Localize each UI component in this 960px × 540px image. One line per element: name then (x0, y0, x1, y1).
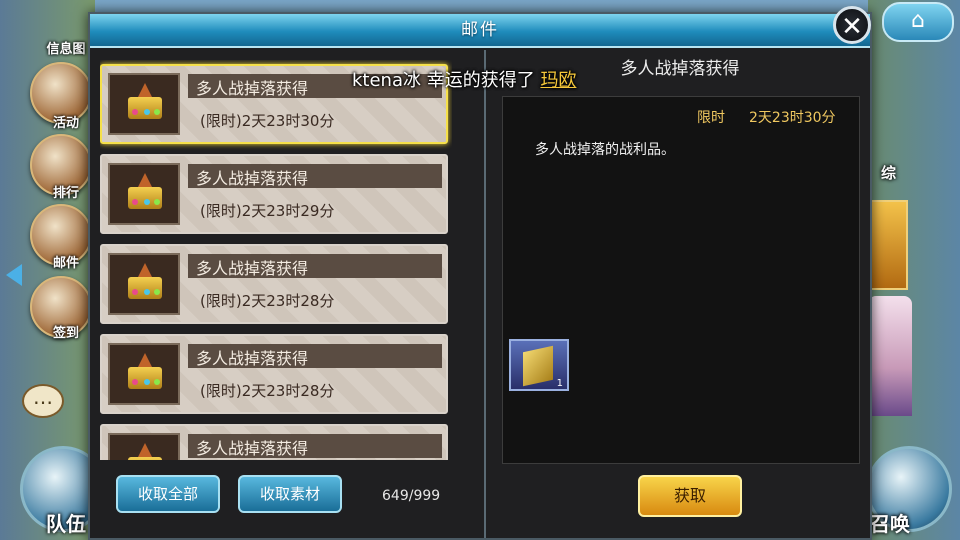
reward-item-book-icon[interactable]: 1 (509, 339, 569, 391)
treasure-chest-icon (108, 163, 180, 225)
expand-left-arrow-icon[interactable] (6, 264, 22, 286)
announcement-item-link[interactable]: 玛欧 (540, 70, 576, 91)
treasure-chest-icon (108, 253, 180, 315)
chat-icon[interactable]: … (22, 384, 64, 418)
mail-title: 多人战掉落获得 (196, 79, 309, 98)
mail-list-item[interactable]: 多人战掉落获得 (限时)2天23时29分 (100, 154, 448, 234)
mail-description: 多人战掉落的战利品。 (535, 142, 675, 158)
reward-item-count: 1 (556, 378, 563, 389)
close-icon: ✕ (841, 12, 863, 42)
mail-title: 多人战掉落获得 (196, 439, 309, 458)
dialog-title: 邮件 (461, 20, 499, 40)
treasure-chest-icon (108, 73, 180, 135)
limit-label: 限时 (697, 110, 725, 126)
mail-list-item[interactable]: 多人战掉落获得 (限时)2天23时28分 (100, 334, 448, 414)
character-portrait (868, 296, 912, 416)
right-menu-label: 综 (880, 164, 896, 182)
treasure-chest-icon (108, 343, 180, 405)
home-icon: ⌂ (911, 8, 925, 33)
dialog-title-bar: 邮件 (90, 14, 870, 48)
info-menu-label[interactable]: 信息图 (44, 38, 88, 57)
mail-list[interactable]: 多人战掉落获得 (限时)2天23时30分 多人战掉落获得 (限时)2天23时29… (100, 60, 452, 460)
menu-label-ranking: 排行 (52, 186, 79, 201)
mail-expiry: (限时)2天23时28分 (200, 382, 335, 400)
mail-list-item[interactable]: 多人战掉落获得 (100, 424, 448, 460)
treasure-chest-icon (108, 433, 180, 460)
loot-announcement: ktena冰 幸运的获得了 玛欧 (352, 66, 576, 92)
collect-button[interactable]: 获取 (638, 475, 742, 517)
panel-divider (484, 50, 486, 538)
mail-detail-panel: 限时 2天23时30分 多人战掉落的战利品。 1 (502, 96, 860, 464)
mail-list-item[interactable]: 多人战掉落获得 (限时)2天23时28分 (100, 244, 448, 324)
event-banner[interactable] (866, 200, 908, 290)
collect-materials-button[interactable]: 收取素材 (238, 475, 342, 513)
home-button[interactable]: ⌂ (882, 2, 954, 42)
mail-count: 649/999 (382, 488, 441, 504)
mail-expiry: (限时)2天23时30分 (200, 112, 335, 130)
mail-expiry: (限时)2天23时28分 (200, 292, 335, 310)
announcement-text: ktena冰 幸运的获得了 (352, 70, 541, 91)
menu-label-checkin: 签到 (52, 326, 79, 341)
limit-time: 2天23时30分 (749, 110, 836, 126)
mail-expiry: (限时)2天23时29分 (200, 202, 335, 220)
collect-all-button[interactable]: 收取全部 (116, 475, 220, 513)
summon-label: 召唤 (870, 512, 910, 536)
menu-label-event: 活动 (52, 116, 79, 131)
close-button[interactable]: ✕ (833, 6, 871, 44)
mail-title: 多人战掉落获得 (196, 349, 309, 368)
menu-label-mail: 邮件 (52, 256, 79, 271)
team-label: 队伍 (46, 512, 86, 536)
mail-title: 多人战掉落获得 (196, 169, 309, 188)
mail-title: 多人战掉落获得 (196, 259, 309, 278)
